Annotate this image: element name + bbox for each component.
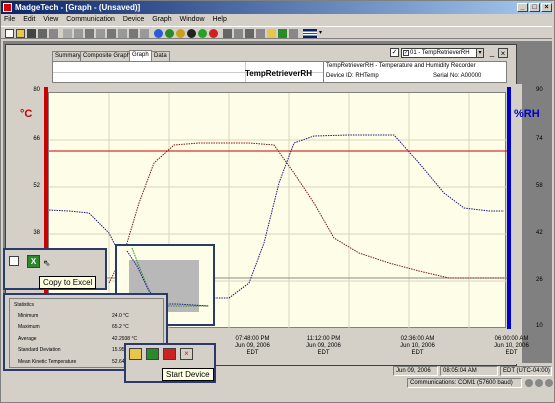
language-flag-icon[interactable] [303,29,317,38]
series-select-value: 01 - TempRetrieverRH [410,50,470,56]
cancel-icon[interactable] [209,29,218,38]
menu-file[interactable]: File [1,14,18,26]
menu-device[interactable]: Device [120,14,147,26]
tab-composite-graph[interactable]: Composite Graph [80,51,134,61]
right-tick: 90 [536,87,543,93]
left-tick: 52 [33,183,40,189]
status-bar-2: Communications: COM1 (57600 baud) [3,377,553,389]
stat-row: Maximum 65.2 °C [18,324,129,330]
grid-y-icon[interactable] [245,29,254,38]
cancel-device-icon[interactable]: × [180,348,193,360]
pan-icon[interactable] [74,29,83,38]
x-tick-label: 02:36:00 AM Jun 10, 2006 EDT [400,336,435,356]
print-icon[interactable] [38,29,47,38]
toolbar: ▾ [1,26,552,39]
options-icon[interactable] [289,29,298,38]
zoom-y-icon[interactable] [129,29,138,38]
stat-row: Minimum 24.0 °C [18,313,129,319]
title-bar: MadgeTech - [Graph - (Unsaved)] _ □ × [1,1,552,14]
device-header: TempRetrieverRH TempRetrieverRH - Temper… [52,61,507,83]
copy-to-excel-tooltip: Copy to Excel [39,276,97,289]
zoom-x-icon[interactable] [118,29,127,38]
stop-icon[interactable] [187,29,196,38]
close-graph-icon[interactable]: × [498,48,508,58]
right-tick: 26 [536,277,543,283]
marker-icon[interactable] [267,29,276,38]
zoom-out-icon[interactable] [107,29,116,38]
series-select[interactable]: ✓ 01 - TempRetrieverRH [401,48,483,58]
serial-number: Serial No: A00000 [433,73,482,79]
x-tick-label: 06:00:00 AM Jun 10, 2006 EDT [494,336,529,356]
left-tick: 80 [33,87,40,93]
right-tick: 10 [536,323,543,329]
left-tick: 38 [33,230,40,236]
menu-window[interactable]: Window [177,14,208,26]
chevron-down-icon[interactable]: ▾ [476,48,484,58]
left-axis-label: °C [20,108,33,120]
stop-device-icon[interactable] [163,348,176,360]
right-tick: 58 [536,183,543,189]
open-icon[interactable] [16,29,25,38]
table-icon[interactable] [9,256,19,266]
statistics-title: Statistics [14,302,35,308]
zoom-in-icon[interactable] [96,29,105,38]
menu-communication[interactable]: Communication [63,14,118,26]
minimize-button[interactable]: _ [517,3,528,12]
stat-row: Average 42.2938 °C [18,336,138,342]
status-time: 08:05:04 AM [440,366,498,376]
series-checkbox[interactable]: ✓ [390,48,399,57]
pointer-cursor-icon: ⇖ [43,258,51,268]
tab-data[interactable]: Data [151,51,170,61]
zoom-reset-icon[interactable] [140,29,149,38]
status-timezone: EDT (UTC-04:00) [500,366,552,376]
zoom-icon[interactable] [85,29,94,38]
menu-graph[interactable]: Graph [149,14,174,26]
excel-icon[interactable] [278,29,287,38]
connect-icon[interactable] [165,29,174,38]
grid-x-icon[interactable] [234,29,243,38]
device-status-icon [535,379,543,387]
right-axis-label: %RH [514,108,540,120]
menu-help[interactable]: Help [209,14,229,26]
battery-status-icon [545,379,553,387]
device-description: TempRetrieverRH - Temperature and Humidi… [326,63,476,69]
comm-status-icon [525,379,533,387]
left-tick: 66 [33,136,40,142]
app-icon [3,3,12,12]
new-icon[interactable] [5,29,14,38]
print-preview-icon[interactable] [49,29,58,38]
menu-view[interactable]: View [40,14,61,26]
tab-summary[interactable]: Summary [52,51,84,61]
right-axis-bar [507,87,511,329]
help-icon[interactable] [154,29,163,38]
start-icon[interactable] [198,29,207,38]
right-tick: 42 [536,230,543,236]
x-tick-label: 07:48:00 PM Jun 09, 2006 EDT [235,336,270,356]
device-title: TempRetrieverRH [245,69,312,78]
right-tick: 74 [536,136,543,142]
status-comm: Communications: COM1 (57600 baud) [407,378,522,388]
status-date: Jun 09, 2006 [393,366,438,376]
device-id: Device ID: RHTemp [326,73,379,79]
minimize-graph-icon[interactable]: _ [487,48,497,58]
download-icon[interactable] [129,348,142,360]
table-icon[interactable] [256,29,265,38]
menu-edit[interactable]: Edit [20,14,38,26]
start-device-icon[interactable] [146,348,159,360]
x-tick-label: 11:12:00 PM Jun 09, 2006 EDT [306,336,341,356]
save-icon[interactable] [27,29,36,38]
close-button[interactable]: × [541,3,552,12]
status-bar: Jun 09, 2006 08:05:04 AM EDT (UTC-04:00) [3,365,552,377]
series-check-icon: ✓ [403,50,409,56]
grid-icon[interactable] [223,29,232,38]
copy-to-excel-popup: X ⇖ Copy to Excel [3,248,107,290]
pointer-icon[interactable] [63,29,72,38]
chevron-down-icon[interactable]: ▾ [319,29,328,38]
tab-graph[interactable]: Graph [129,50,152,61]
window-title: MadgeTech - [Graph - (Unsaved)] [15,3,141,12]
device-icon[interactable] [176,29,185,38]
excel-icon[interactable]: X [27,255,40,268]
restore-button[interactable]: □ [529,3,540,12]
menu-bar: File Edit View Communication Device Grap… [1,14,552,26]
